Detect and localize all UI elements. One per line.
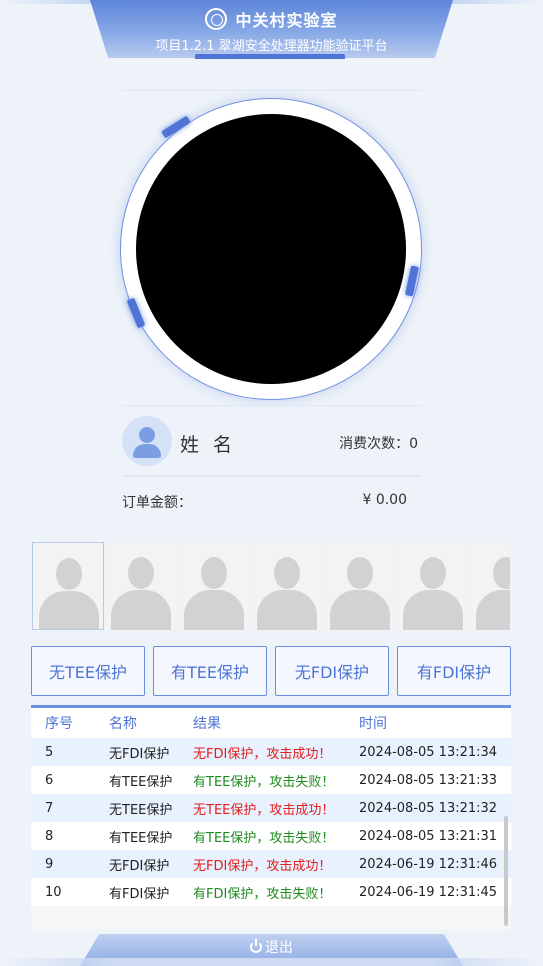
face-thumbnail[interactable] [470, 542, 510, 630]
row-index: 6 [45, 772, 54, 788]
face-thumbnail[interactable] [178, 542, 250, 630]
user-info: 姓 名 消费次数：0 [122, 405, 422, 477]
table-row: 9 无FDI保护 无FDI保护，攻击成功！ 2024-06-19 12:31:4… [31, 850, 511, 878]
row-time: 2024-08-05 13:21:33 [359, 772, 498, 788]
lab-logo-icon [205, 8, 228, 30]
records-table: 序号 名称 结果 时间 5 无FDI保护 无FDI保护，攻击成功！ 2024-0… [31, 705, 511, 930]
row-result: 无FDI保护，攻击成功！ [193, 746, 332, 762]
table-header: 序号 名称 结果 时间 [31, 708, 511, 738]
row-time: 2024-06-19 12:31:45 [359, 884, 498, 900]
lab-name: 中关村实验室 [235, 11, 338, 30]
row-time: 2024-08-05 13:21:32 [359, 800, 498, 816]
row-index: 7 [45, 800, 54, 816]
mode-buttons: 无TEE保护 有TEE保护 无FDI保护 有FDI保护 [31, 646, 511, 696]
face-thumbnail[interactable] [397, 542, 469, 630]
footer-edge [0, 958, 543, 966]
row-index: 8 [45, 828, 54, 844]
user-avatar-icon [122, 416, 172, 466]
logout-button[interactable]: 退出 [0, 937, 543, 957]
user-name: 姓 名 [180, 434, 237, 456]
row-name: 无FDI保护 [109, 858, 170, 874]
col-name: 名称 [109, 716, 137, 732]
order-amount-value: ¥ 0.00 [362, 492, 407, 508]
table-row: 7 无TEE保护 无TEE保护，攻击成功！ 2024-08-05 13:21:3… [31, 794, 511, 822]
camera-feed [136, 114, 406, 384]
consume-count: 消费次数：0 [339, 436, 418, 452]
row-result: 无FDI保护，攻击成功！ [193, 858, 332, 874]
face-thumbnail[interactable] [32, 542, 104, 630]
power-icon [250, 939, 262, 953]
divider [122, 90, 422, 91]
face-thumbnail[interactable] [251, 542, 323, 630]
face-thumbnail-strip[interactable] [32, 542, 510, 630]
row-index: 9 [45, 856, 54, 872]
header-accent-bar [195, 54, 345, 59]
col-result: 结果 [193, 716, 221, 732]
order-amount-label: 订单金额： [122, 495, 192, 511]
table-scrollbar[interactable] [504, 816, 508, 926]
tee-button[interactable]: 有TEE保护 [153, 646, 267, 696]
row-time: 2024-08-05 13:21:34 [359, 744, 498, 760]
table-row: 10 有FDI保护 有FDI保护，攻击失败！ 2024-06-19 12:31:… [31, 878, 511, 906]
row-time: 2024-06-19 12:31:46 [359, 856, 498, 872]
table-row: 8 有TEE保护 有TEE保护，攻击失败！ 2024-08-05 13:21:3… [31, 822, 511, 850]
row-name: 有TEE保护 [109, 830, 173, 846]
table-row: 6 有TEE保护 有TEE保护，攻击失败！ 2024-08-05 13:21:3… [31, 766, 511, 794]
no-fdi-button[interactable]: 无FDI保护 [275, 646, 389, 696]
table-row: 5 无FDI保护 无FDI保护，攻击成功！ 2024-08-05 13:21:3… [31, 738, 511, 766]
project-title: 项目1.2.1 翠湖安全处理器功能验证平台 [155, 39, 388, 54]
row-time: 2024-08-05 13:21:31 [359, 828, 498, 844]
no-tee-button[interactable]: 无TEE保护 [31, 646, 145, 696]
row-result: 有TEE保护，攻击失败！ [193, 830, 335, 846]
row-name: 无FDI保护 [109, 746, 170, 762]
row-name: 有FDI保护 [109, 886, 170, 902]
col-time: 时间 [359, 716, 387, 732]
row-index: 10 [45, 884, 62, 900]
row-name: 有TEE保护 [109, 774, 173, 790]
fdi-button[interactable]: 有FDI保护 [397, 646, 511, 696]
row-result: 有FDI保护，攻击失败！ [193, 886, 332, 902]
row-result: 有TEE保护，攻击失败！ [193, 774, 335, 790]
col-index: 序号 [45, 716, 73, 732]
logout-label: 退出 [265, 940, 293, 956]
lab-logo: 中关村实验室 [0, 8, 543, 30]
row-name: 无TEE保护 [109, 802, 173, 818]
face-thumbnail[interactable] [105, 542, 177, 630]
face-thumbnail[interactable] [324, 542, 396, 630]
row-index: 5 [45, 744, 54, 760]
row-result: 无TEE保护，攻击成功！ [193, 802, 335, 818]
camera-view [120, 98, 422, 400]
